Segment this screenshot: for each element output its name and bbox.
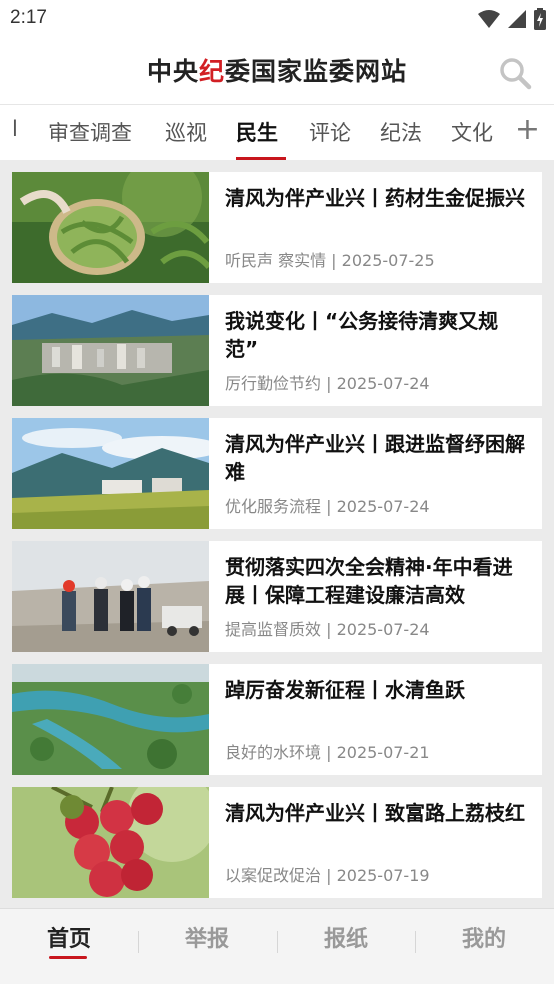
app-header: 中央纪委国家监委网站 — [0, 38, 554, 104]
construction-site-photo — [12, 541, 209, 652]
lychee-photo — [12, 787, 209, 898]
status-bar: 2:17 — [0, 0, 554, 38]
add-channel-button[interactable]: + — [515, 115, 540, 145]
news-title: 贯彻落实四次全会精神·年中看进展丨保障工程建设廉洁高效 — [225, 555, 513, 607]
meta-separator: | — [321, 620, 337, 639]
active-tab-indicator — [236, 157, 286, 160]
channel-tabs: l 审查调查 巡视 民生 评论 纪法 文化 + — [0, 104, 554, 160]
news-meta: 提高监督质效 | 2025-07-24 — [225, 616, 430, 640]
active-nav-indicator — [49, 956, 87, 959]
tab-partial[interactable]: l — [12, 117, 18, 141]
meta-separator: | — [321, 743, 337, 762]
news-date: 2025-07-25 — [341, 251, 435, 270]
tab-inspection[interactable]: 巡视 — [165, 117, 207, 147]
site-title: 中央纪委国家监委网站 — [0, 52, 554, 88]
news-item[interactable]: 踔厉奋发新征程丨水清鱼跃 良好的水环境 | 2025-07-21 — [12, 664, 542, 775]
site-title-part2: 委国家监委网站 — [225, 57, 408, 86]
tab-discipline-law[interactable]: 纪法 — [380, 117, 422, 147]
meta-separator: | — [321, 497, 337, 516]
herbs-photo — [12, 172, 209, 283]
nav-mine[interactable]: 我的 — [415, 921, 553, 953]
nav-home[interactable]: 首页 — [0, 921, 138, 953]
river-aerial-photo — [12, 664, 209, 775]
news-title: 清风为伴产业兴丨跟进监督纾困解难 — [225, 432, 525, 484]
news-source: 良好的水环境 — [225, 743, 322, 762]
news-item[interactable]: 清风为伴产业兴丨跟进监督纾困解难 优化服务流程 | 2025-07-24 — [12, 418, 542, 529]
news-title: 踔厉奋发新征程丨水清鱼跃 — [225, 678, 465, 702]
search-button[interactable] — [498, 56, 532, 90]
battery-icon — [534, 8, 546, 30]
signal-icon — [508, 10, 526, 28]
news-date: 2025-07-24 — [336, 497, 430, 516]
search-icon — [500, 58, 532, 90]
news-date: 2025-07-19 — [336, 866, 430, 885]
news-title: 我说变化丨“公务接待清爽又规范” — [225, 309, 499, 361]
news-meta: 良好的水环境 | 2025-07-21 — [225, 739, 430, 763]
news-meta: 以案促改促治 | 2025-07-19 — [225, 862, 430, 886]
bottom-nav: 首页 举报 报纸 我的 — [0, 908, 554, 984]
news-date: 2025-07-21 — [336, 743, 430, 762]
status-icons — [478, 8, 546, 30]
site-title-part1: 中央 — [146, 57, 199, 86]
tab-culture[interactable]: 文化 — [451, 117, 493, 147]
news-item[interactable]: 清风为伴产业兴丨药材生金促振兴 听民声 察实情 | 2025-07-25 — [12, 172, 542, 283]
news-source: 厉行勤俭节约 — [225, 374, 322, 393]
news-date: 2025-07-24 — [336, 374, 430, 393]
news-title: 清风为伴产业兴丨药材生金促振兴 — [225, 186, 525, 210]
status-time: 2:17 — [10, 7, 47, 28]
meta-separator: | — [321, 866, 337, 885]
news-date: 2025-07-24 — [336, 620, 430, 639]
site-title-accent: 纪 — [198, 57, 225, 86]
news-source: 听民声 察实情 — [225, 251, 327, 270]
news-item[interactable]: 贯彻落实四次全会精神·年中看进展丨保障工程建设廉洁高效 提高监督质效 | 202… — [12, 541, 542, 652]
wifi-icon — [478, 10, 500, 28]
city-valley-photo — [12, 295, 209, 406]
news-source: 优化服务流程 — [225, 497, 322, 516]
tab-review-investigation[interactable]: 审查调查 — [48, 117, 132, 147]
news-source: 以案促改促治 — [225, 866, 322, 885]
news-meta: 听民声 察实情 | 2025-07-25 — [225, 247, 435, 271]
news-meta: 优化服务流程 | 2025-07-24 — [225, 493, 430, 517]
news-item[interactable]: 我说变化丨“公务接待清爽又规范” 厉行勤俭节约 | 2025-07-24 — [12, 295, 542, 406]
news-source: 提高监督质效 — [225, 620, 322, 639]
news-title: 清风为伴产业兴丨致富路上荔枝红 — [225, 801, 525, 825]
nav-newspaper[interactable]: 报纸 — [277, 921, 415, 953]
tab-commentary[interactable]: 评论 — [309, 117, 351, 147]
mountain-village-photo — [12, 418, 209, 529]
meta-separator: | — [321, 374, 337, 393]
nav-report[interactable]: 举报 — [138, 921, 276, 953]
news-meta: 厉行勤俭节约 | 2025-07-24 — [225, 370, 430, 394]
meta-separator: | — [326, 251, 342, 270]
tab-livelihood[interactable]: 民生 — [236, 117, 278, 147]
news-item[interactable]: 清风为伴产业兴丨致富路上荔枝红 以案促改促治 | 2025-07-19 — [12, 787, 542, 898]
